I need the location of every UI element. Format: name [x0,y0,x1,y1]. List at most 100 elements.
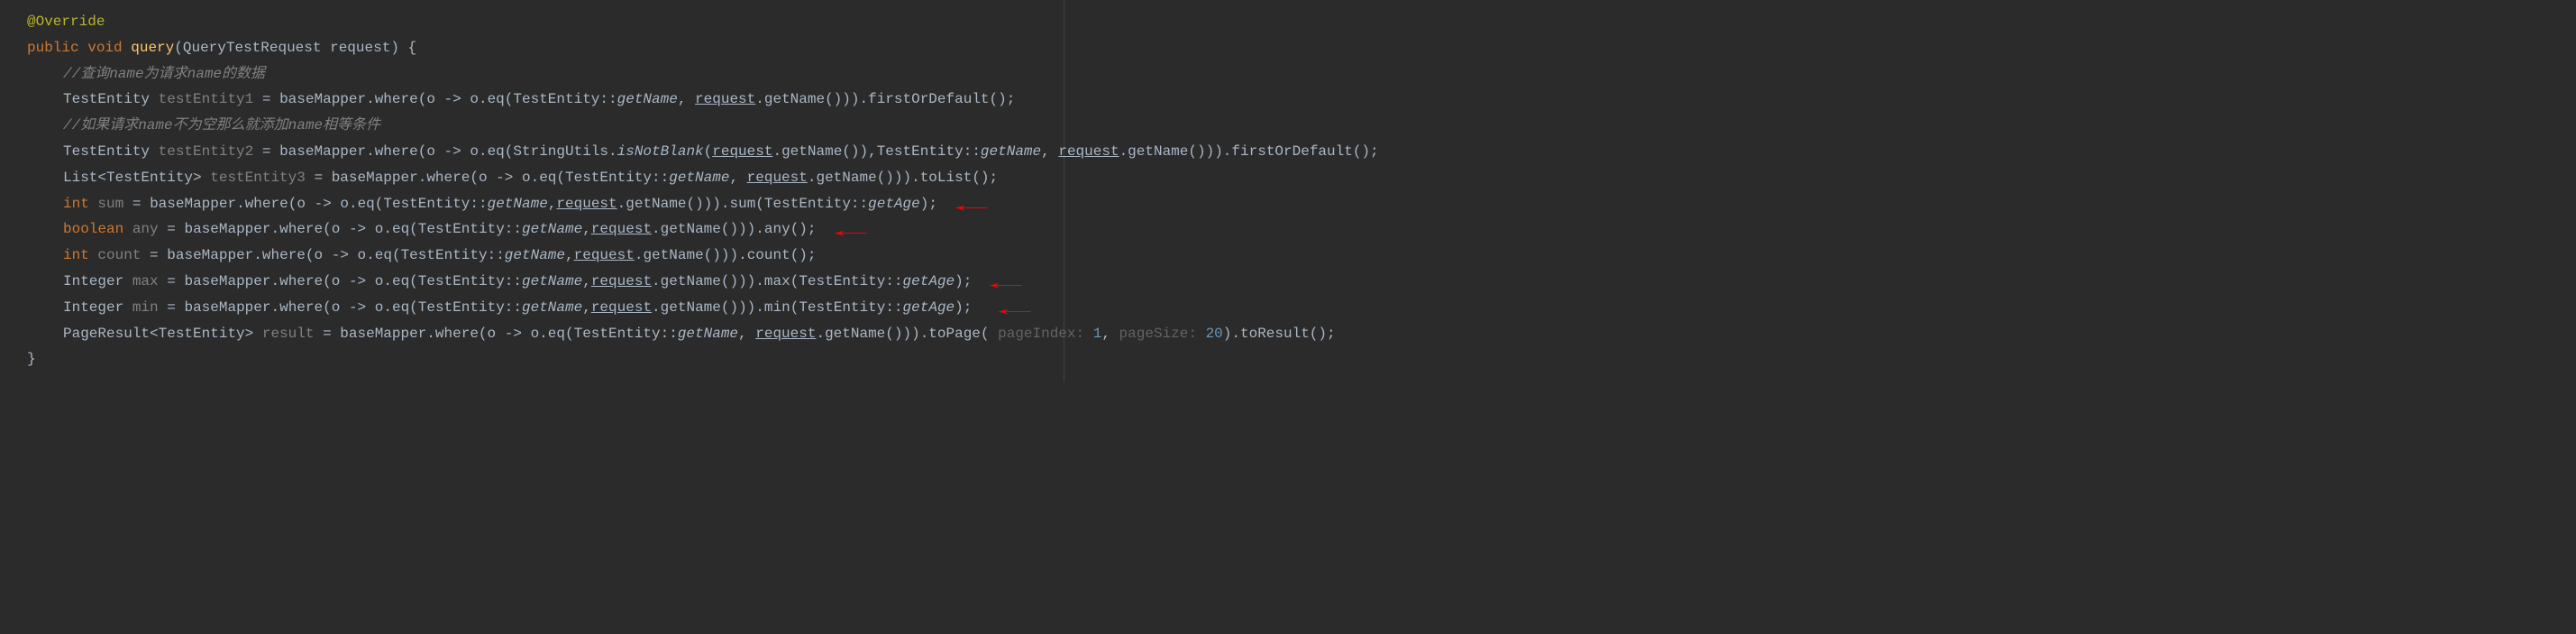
method-call: toResult [1240,326,1310,342]
method-ref: getAge [868,196,920,212]
arrow: -> [349,221,366,237]
type-ref: StringUtils [513,143,608,160]
method-call: eq [375,247,392,263]
param-ref: request [755,326,816,342]
code-line: PageResult<TestEntity> result = baseMapp… [9,321,2576,347]
colon2: :: [470,196,487,212]
type-ref: TestEntity [799,273,885,289]
method-ref: getName [617,91,678,107]
code-line: Integer max = baseMapper.where(o -> o.eq… [9,269,2576,295]
method-call: getName [661,273,721,289]
colon2: :: [652,170,669,186]
code-line: int count = baseMapper.where(o -> o.eq(T… [9,243,2576,269]
method-call: eq [488,143,505,160]
method-call: eq [539,170,556,186]
type: Integer [63,299,123,316]
arrow: -> [505,326,522,342]
colon2: :: [505,273,522,289]
colon2: :: [851,196,868,212]
param-name: request [330,40,390,56]
code-line: @Override [9,9,2576,35]
method-call: getName [816,170,876,186]
method-ref: getName [522,299,582,316]
equals: = [167,221,176,237]
param-ref: request [1058,143,1119,160]
keyword-int: int [63,196,89,212]
param-ref: request [591,221,652,237]
equals: = [323,326,332,342]
method-ref: getName [505,247,565,263]
colon2: :: [964,143,981,160]
code-line: //如果请求name不为空那么就添加name相等条件 [9,113,2576,139]
arrow: -> [444,91,461,107]
lambda-body: o [522,170,531,186]
code-line: boolean any = baseMapper.where(o -> o.eq… [9,216,2576,243]
method-call: eq [488,91,505,107]
code-line: TestEntity testEntity1 = baseMapper.wher… [9,87,2576,113]
method-call: where [279,221,323,237]
code-line: Integer min = baseMapper.where(o -> o.eq… [9,295,2576,321]
lambda-param: o [426,143,435,160]
code-line: public void query(QueryTestRequest reque… [9,35,2576,61]
method-ref: getName [981,143,1041,160]
method-call: getName [661,299,721,316]
ref: baseMapper [184,299,270,316]
keyword-boolean: boolean [63,221,123,237]
lambda-param: o [332,221,341,237]
ref: baseMapper [340,326,426,342]
equals: = [132,196,142,212]
ref: baseMapper [279,143,366,160]
method-call: getName [825,326,885,342]
method-call: eq [392,273,409,289]
type: TestEntity [63,143,150,160]
type-ref: TestEntity [418,299,505,316]
method-call: max [764,273,790,289]
method-call: eq [392,221,409,237]
param-ref: request [591,299,652,316]
annotation-override: @Override [27,14,105,30]
number-literal: 1 [1093,326,1102,342]
param-ref: request [747,170,808,186]
colon2: :: [885,273,902,289]
code-line: TestEntity testEntity2 = baseMapper.wher… [9,139,2576,165]
colon2: :: [505,299,522,316]
method-call: getName [643,247,703,263]
param-ref: request [712,143,772,160]
method-call: where [435,326,479,342]
ref: baseMapper [279,91,366,107]
variable: count [97,247,141,263]
lambda-body: o [375,221,384,237]
ref: baseMapper [184,221,270,237]
keyword-int: int [63,247,89,263]
variable: result [262,326,315,342]
method-call: toPage [928,326,981,342]
type-param: TestEntity [106,170,193,186]
lambda-param: o [488,326,497,342]
type-ref: TestEntity [764,196,851,212]
type-ref: TestEntity [383,196,470,212]
type: TestEntity [63,91,150,107]
variable: testEntity1 [159,91,254,107]
comment: //查询name为请求name的数据 [63,66,265,82]
variable: testEntity2 [159,143,254,160]
lambda-body: o [358,247,367,263]
ref: baseMapper [167,247,253,263]
lambda-body: o [375,299,384,316]
arrow: -> [496,170,513,186]
method-ref: getName [488,196,548,212]
colon2: :: [488,247,505,263]
arrow: -> [332,247,349,263]
ref: baseMapper [332,170,418,186]
param-type: QueryTestRequest [183,40,322,56]
keyword-public: public [27,40,79,56]
variable: any [132,221,159,237]
param-ref: request [591,273,652,289]
method-call: where [279,299,323,316]
method-call: any [764,221,790,237]
method-call: eq [392,299,409,316]
lambda-body: o [470,143,479,160]
lambda-param: o [479,170,488,186]
method-call: where [426,170,470,186]
code-line: List<TestEntity> testEntity3 = baseMappe… [9,165,2576,191]
colon2: :: [505,221,522,237]
